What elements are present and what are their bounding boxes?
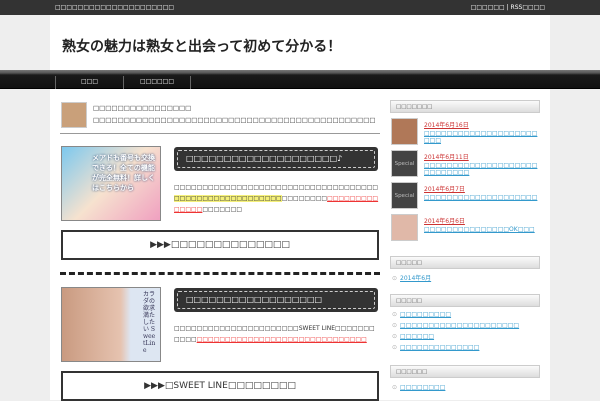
section1-text: □□□□□□□□□□□□□□□□□□□□□□□□□□□□□□□□□□□□□□□□… (174, 182, 380, 215)
section1-heading: □□□□□□□□□□□□□□□□□□□□♪ (174, 147, 378, 171)
post-date[interactable]: 2014年6月11日 (424, 152, 540, 161)
site-title[interactable]: 熟女の魅力は熟女と出会って初めて分かる！ (62, 36, 532, 56)
post-date[interactable]: 2014年6月16日 (424, 120, 540, 129)
category-link[interactable]: □□□□□□□□□ (400, 311, 451, 318)
banner-free-mail[interactable]: メアドも番号も交換できる！全ての機能が完全無料！詳しくはこちらから (61, 146, 161, 221)
post-link[interactable]: □□□□□□□□□□□□□□□□□□□□□□□□□□□□ (424, 162, 540, 176)
post-link[interactable]: □□□□□□□□□□□□□□□□□□□□□□□ (424, 130, 540, 144)
bullet-icon: ⊙ (392, 311, 398, 318)
site-tagline: □□□□□□□□□□□□□□□□□□□□□ (55, 4, 175, 11)
post-link[interactable]: □□□□□□□□□□□□□□□OK□□□ (424, 226, 540, 233)
cta-button-1[interactable]: ▶▶▶□□□□□□□□□□□□□□ (61, 230, 379, 260)
bullet-icon: ⊙ (392, 384, 398, 391)
post-thumbnail[interactable] (391, 118, 418, 145)
bullet-icon: ⊙ (392, 344, 398, 351)
special-thumbnail[interactable]: Special (391, 150, 418, 177)
special-thumbnail[interactable]: Special (391, 182, 418, 209)
banner-sweetline[interactable]: カラダの欲求満たしたい SweetLine (61, 287, 161, 362)
bullet-icon: ⊙ (392, 275, 398, 282)
section2-text: □□□□□□□□□□□□□□□□□□□□□□SWEET LINE□□□□□□□□… (174, 323, 380, 345)
text: □□□□□□□□□□□□□□□□□□□□□□□□□□□□□□□□□□□□ (174, 184, 379, 191)
category-link[interactable]: □□□□□□ (400, 333, 434, 340)
banner-text: メアドも番号も交換できる！全ての機能が完全無料！詳しくはこちらから (92, 154, 155, 192)
post-date[interactable]: 2014年6月7日 (424, 184, 540, 193)
category-item[interactable]: ⊙ □□□□□□□□□ (392, 311, 540, 318)
section2-heading: □□□□□□□□□□□□□□□□□□ (174, 288, 378, 312)
cta-button-2[interactable]: ▶▶▶□SWEET LINE□□□□□□□□ (61, 371, 379, 401)
banner-text: カラダの欲求満たしたい SweetLine (143, 291, 156, 354)
intro-thumbnail (61, 102, 87, 128)
red-link[interactable]: □□□□□□□□□□□□□□□□□□□□□□□□□□□□□□ (197, 336, 367, 343)
archive-link[interactable]: 2014年6月 (400, 275, 431, 282)
top-links[interactable]: □□□□□□ | RSS□□□□ (465, 4, 545, 11)
categories-heading: □□□□□ (390, 294, 540, 307)
text: □□□□□□□□ (281, 195, 328, 202)
nav-item-2[interactable]: □□□□□□ (123, 76, 191, 89)
category-item[interactable]: ⊙ □□□□□□ (392, 333, 540, 340)
meta-heading: □□□□□□ (390, 365, 540, 378)
dashed-divider (60, 272, 380, 275)
recent-posts-heading: □□□□□□□ (390, 100, 540, 113)
meta-link[interactable]: □□□□□□□□ (400, 384, 445, 391)
category-link[interactable]: □□□□□□□□□□□□□□□□□□□□□ (400, 322, 519, 329)
highlight-text: □□□□□□□□□□□□□□□□□□□ (174, 195, 282, 202)
bullet-icon: ⊙ (392, 322, 398, 329)
text: □□□□□□□ (202, 206, 243, 213)
intro-title: □□□□□□□□□□□□□□□□ (93, 104, 192, 112)
post-thumbnail[interactable] (391, 214, 418, 241)
intro-desc: □□□□□□□□□□□□□□□□□□□□□□□□□□□□□□□□□□□□□□□□… (93, 116, 376, 124)
main-nav: □□□ □□□□□□ (0, 70, 600, 89)
nav-item-home[interactable]: □□□ (55, 76, 123, 89)
category-item[interactable]: ⊙ □□□□□□□□□□□□□□□□□□□□□ (392, 322, 540, 329)
top-bar: □□□□□□□□□□□□□□□□□□□□□ □□□□□□ | RSS□□□□ (0, 0, 600, 15)
post-date[interactable]: 2014年6月6日 (424, 216, 540, 225)
archives-heading: □□□□□ (390, 256, 540, 269)
post-link[interactable]: □□□□□□□□□□□□□□□□□□□□ (424, 194, 540, 201)
category-link[interactable]: □□□□□□□□□□□□□□ (400, 344, 479, 351)
meta-item[interactable]: ⊙ □□□□□□□□ (392, 384, 540, 391)
archive-item[interactable]: ⊙ 2014年6月 (392, 273, 540, 282)
bullet-icon: ⊙ (392, 333, 398, 340)
divider (60, 133, 380, 134)
category-item[interactable]: ⊙ □□□□□□□□□□□□□□ (392, 344, 540, 351)
